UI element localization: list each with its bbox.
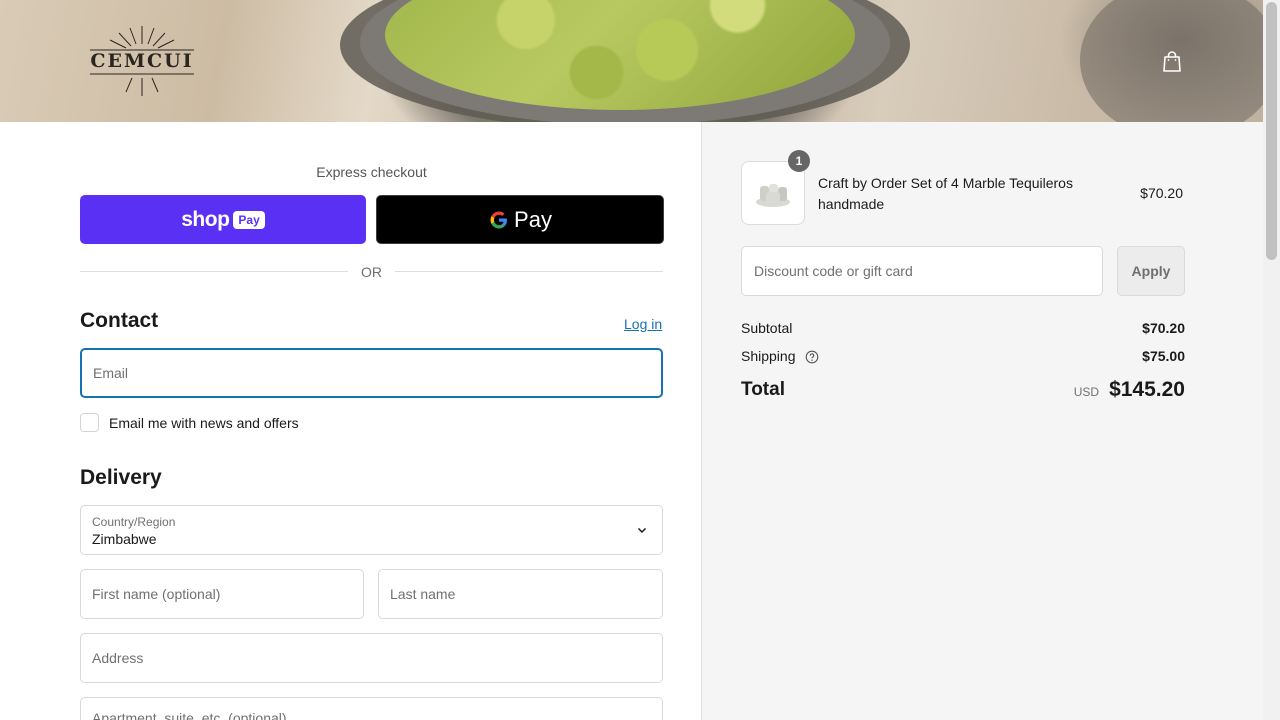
total-row: Total USD $145.20 [741, 376, 1185, 404]
express-checkout-label: Express checkout [316, 164, 427, 180]
header-banner: CEMCUI [0, 0, 1263, 122]
country-select-value: Zimbabwe [92, 531, 157, 547]
google-g-icon [490, 211, 508, 228]
scrollbar-thumb[interactable] [1266, 2, 1277, 260]
shipping-value: $75.00 [1142, 348, 1185, 364]
shipping-label: Shipping [741, 347, 796, 364]
shop-pay-chip: Pay [233, 210, 265, 229]
newsletter-checkbox-label: Email me with news and offers [109, 415, 299, 431]
store-logo[interactable]: CEMCUI [86, 24, 198, 98]
first-name-field[interactable]: First name (optional) [80, 569, 364, 619]
help-circle-icon[interactable] [805, 350, 819, 364]
email-field[interactable]: Email [80, 348, 663, 398]
contact-heading: Contact [80, 309, 159, 332]
product-name: Craft by Order Set of 4 Marble Tequilero… [818, 175, 1073, 212]
or-divider: OR [80, 262, 663, 282]
divider-line [395, 271, 663, 272]
shop-pay-button[interactable]: shop Pay [80, 195, 366, 244]
logo-text: CEMCUI [90, 50, 194, 72]
order-summary: 1 Craft by Order Set of 4 Marble Tequile… [701, 122, 1263, 720]
quantity-badge: 1 [788, 150, 810, 172]
apply-discount-button[interactable]: Apply [1117, 246, 1185, 296]
google-pay-label: Pay [514, 206, 552, 232]
delivery-heading: Delivery [80, 466, 162, 489]
shipping-row: Shipping $75.00 [741, 346, 1185, 366]
product-price: $70.20 [1140, 185, 1183, 201]
shop-pay-wordmark: shop [181, 207, 230, 231]
address-field[interactable]: Address [80, 633, 663, 683]
total-label: Total [741, 379, 785, 400]
subtotal-value: $70.20 [1142, 320, 1185, 336]
cart-button[interactable] [1159, 49, 1185, 75]
divider-line [80, 271, 348, 272]
country-select[interactable]: Country/Region Zimbabwe [80, 505, 663, 555]
total-amount-group: USD $145.20 [1074, 378, 1185, 402]
discount-code-input[interactable]: Discount code or gift card [741, 246, 1103, 296]
newsletter-checkbox[interactable] [80, 413, 99, 432]
country-select-caption: Country/Region [92, 515, 176, 529]
page-scrollbar[interactable] [1263, 0, 1280, 720]
total-value: $145.20 [1109, 378, 1185, 401]
apartment-field[interactable]: Apartment, suite, etc. (optional) [80, 697, 663, 720]
google-pay-button[interactable]: Pay [376, 195, 664, 244]
or-label: OR [361, 264, 382, 280]
currency-code: USD [1073, 385, 1100, 399]
last-name-field[interactable]: Last name [378, 569, 663, 619]
shopping-bag-icon [1163, 51, 1181, 72]
chevron-down-icon [637, 527, 647, 534]
subtotal-row: Subtotal $70.20 [741, 318, 1185, 338]
shipping-label-group: Shipping [741, 348, 819, 364]
log-in-link[interactable]: Log in [624, 316, 662, 332]
subtotal-label: Subtotal [741, 320, 793, 336]
